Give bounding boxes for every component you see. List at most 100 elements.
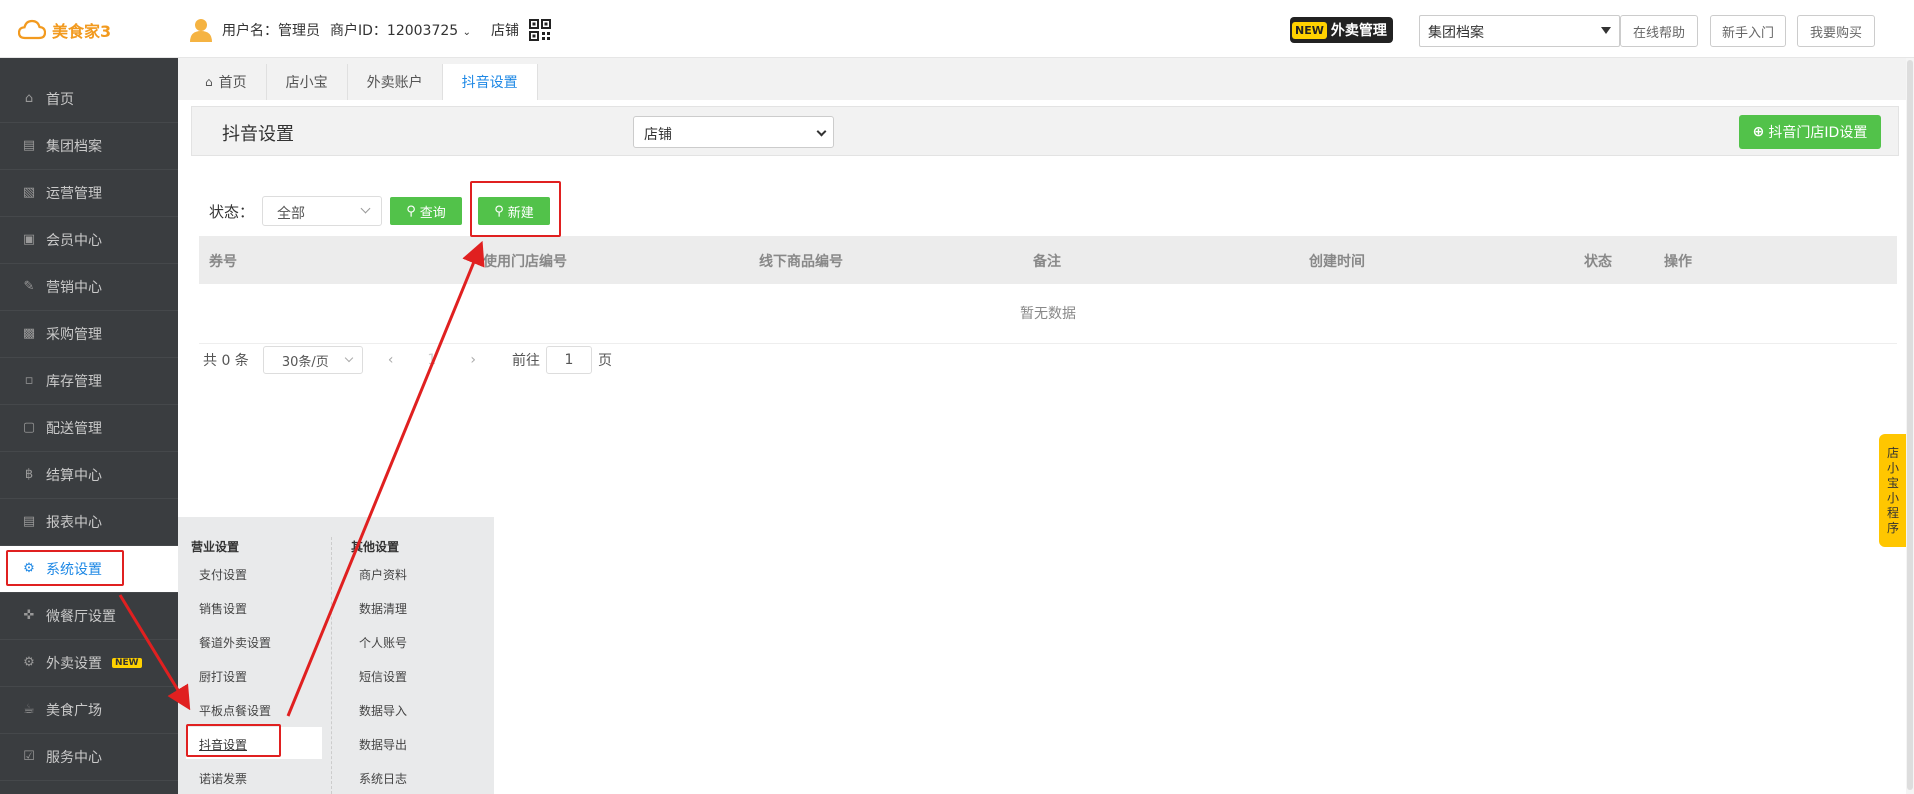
tab-label: 外卖账户 (366, 75, 423, 91)
group-select[interactable]: 集团档案 (1419, 15, 1620, 47)
sidebar-item-service-center[interactable]: ☑ 服务中心 (0, 734, 178, 781)
sidebar-item-takeout-settings[interactable]: ⚙ 外卖设置 NEW (0, 640, 178, 687)
menu-item-merchant-info[interactable]: 商户资料 (359, 566, 407, 583)
sidebar-item-food-plaza[interactable]: ☕ 美食广场 (0, 687, 178, 734)
empty-state: 暂无数据 (199, 284, 1897, 344)
mini-program-float-tab[interactable]: 店小宝小程序 (1879, 434, 1907, 547)
menu-item-personal-account[interactable]: 个人账号 (359, 634, 407, 651)
menu-item-tablet-ordering[interactable]: 平板点餐设置 (199, 702, 271, 719)
sidebar-item-label: 报表中心 (46, 515, 102, 531)
sidebar-item-delivery[interactable]: ▢ 配送管理 (0, 405, 178, 452)
highlight-box-douyin-menu (186, 724, 281, 757)
id-card-icon: ▣ (22, 232, 36, 247)
douyin-store-id-button[interactable]: ⊕ 抖音门店ID设置 (1739, 115, 1881, 149)
new-tag: NEW (1292, 21, 1327, 39)
menu-item-payment-settings[interactable]: 支付设置 (199, 566, 247, 583)
goto-label: 前往 (511, 353, 540, 369)
chevron-down-icon (360, 203, 371, 214)
page-unit-label: 页 (597, 353, 612, 369)
douyin-store-id-label: 抖音门店ID设置 (1768, 125, 1868, 141)
search-icon: ⚲ (406, 203, 416, 219)
sidebar-item-label: 美食广场 (46, 703, 102, 719)
column-header: 状态 (1584, 254, 1612, 270)
other-settings-title: 其他设置 (351, 540, 400, 554)
store-select[interactable]: 店铺 (633, 116, 834, 148)
query-label: 查询 (419, 205, 446, 221)
new-badge: NEW (112, 658, 142, 668)
sidebar-item-purchasing[interactable]: ▩ 采购管理 (0, 311, 178, 358)
column-header: 使用门店编号 (483, 254, 567, 270)
app-logo[interactable]: 美食家3 (18, 17, 111, 43)
merchant-id-text: 商户ID：12003725 (330, 23, 459, 39)
tab-home[interactable]: ⌂ 首页 (186, 64, 267, 100)
sidebar-item-reports[interactable]: ▤ 报表中心 (0, 499, 178, 546)
status-filter-label: 状态： (209, 202, 255, 221)
sidebar-item-label: 营销中心 (46, 280, 102, 296)
plus-circle-icon: ⊕ (1752, 124, 1765, 140)
page-title-bar: 抖音设置 店铺 ⊕ 抖音门店ID设置 (191, 106, 1899, 156)
menu-item-candao-takeout[interactable]: 餐道外卖设置 (199, 634, 271, 651)
tab-bar: ⌂ 首页 店小宝 外卖账户 抖音设置 (178, 58, 1914, 100)
menu-item-sales-settings[interactable]: 销售设置 (199, 600, 247, 617)
page-size-select[interactable]: 30条/页 (262, 346, 363, 374)
menu-item-data-import[interactable]: 数据导入 (359, 702, 407, 719)
highlight-box-new-button (470, 181, 561, 237)
scrollbar-thumb[interactable] (1907, 60, 1913, 790)
column-header: 备注 (1033, 254, 1061, 270)
menu-item-system-log[interactable]: 系统日志 (359, 770, 407, 787)
home-icon: ⌂ (205, 75, 213, 89)
menu-item-data-cleanup[interactable]: 数据清理 (359, 600, 407, 617)
divider (331, 537, 332, 794)
prev-page-icon[interactable]: ‹ (388, 352, 394, 368)
sidebar-item-members[interactable]: ▣ 会员中心 (0, 217, 178, 264)
bar-chart-icon: ▧ (22, 185, 36, 200)
menu-item-data-export[interactable]: 数据导出 (359, 736, 407, 753)
sidebar-item-marketing[interactable]: ✎ 营销中心 (0, 264, 178, 311)
online-help-button[interactable]: 在线帮助 (1620, 15, 1698, 47)
query-button[interactable]: ⚲ 查询 (390, 197, 463, 225)
waimai-management-button[interactable]: NEW 外卖管理 (1290, 17, 1393, 43)
chevron-down-icon: ⌄ (462, 27, 472, 38)
highlight-box-system-settings (6, 550, 124, 586)
truck-icon: ▢ (22, 420, 36, 435)
sidebar-item-home[interactable]: ⌂ 首页 (0, 76, 178, 123)
sidebar-item-operations[interactable]: ▧ 运营管理 (0, 170, 178, 217)
beginner-guide-button[interactable]: 新手入门 (1710, 15, 1786, 47)
cloud-icon (18, 19, 46, 40)
sidebar-item-inventory[interactable]: ▫ 库存管理 (0, 358, 178, 405)
tab-takeout-account[interactable]: 外卖账户 (348, 64, 443, 100)
coffee-icon: ☕ (23, 702, 35, 717)
chevron-down-icon (344, 353, 354, 363)
sidebar-item-label: 首页 (46, 92, 74, 108)
merchant-id-dropdown[interactable]: 商户ID：12003725 ⌄ (330, 20, 471, 40)
menu-item-nuonuo-invoice[interactable]: 诺诺发票 (199, 770, 247, 787)
sidebar-item-micro-restaurant[interactable]: ✜ 微餐厅设置 (0, 593, 178, 640)
menu-item-sms-settings[interactable]: 短信设置 (359, 668, 407, 685)
sidebar-item-settlement[interactable]: ฿ 结算中心 (0, 452, 178, 499)
tab-dianxiaobao[interactable]: 店小宝 (267, 64, 348, 100)
home-icon: ⌂ (24, 91, 34, 106)
sidebar-item-label: 集团档案 (46, 139, 102, 155)
group-select-value: 集团档案 (1428, 25, 1484, 41)
column-header: 券号 (209, 254, 237, 270)
store-link[interactable]: 店铺 (491, 20, 519, 40)
book-icon: ▩ (22, 326, 36, 341)
tab-douyin-settings[interactable]: 抖音设置 (442, 64, 538, 100)
tab-label: 店小宝 (285, 75, 328, 91)
waimai-label: 外卖管理 (1330, 23, 1387, 39)
menu-item-kitchen-print[interactable]: 厨打设置 (199, 668, 247, 685)
username-label: 用户名：管理员 (222, 23, 320, 39)
buy-button[interactable]: 我要购买 (1797, 15, 1875, 47)
chevron-down-icon (816, 126, 827, 137)
sidebar-item-group-archive[interactable]: ▤ 集团档案 (0, 123, 178, 170)
sidebar-item-label: 外卖设置 (46, 656, 102, 672)
report-icon: ▤ (22, 514, 36, 529)
qr-code-icon[interactable] (529, 19, 552, 41)
page-number[interactable]: 1 (427, 352, 436, 368)
building-icon: ▫ (24, 373, 34, 388)
status-select[interactable]: 全部 (262, 196, 383, 226)
sidebar-item-label: 配送管理 (46, 421, 102, 437)
goto-page-input[interactable]: 1 (545, 346, 592, 374)
store-select-value: 店铺 (644, 127, 672, 143)
next-page-icon[interactable]: › (470, 352, 476, 368)
